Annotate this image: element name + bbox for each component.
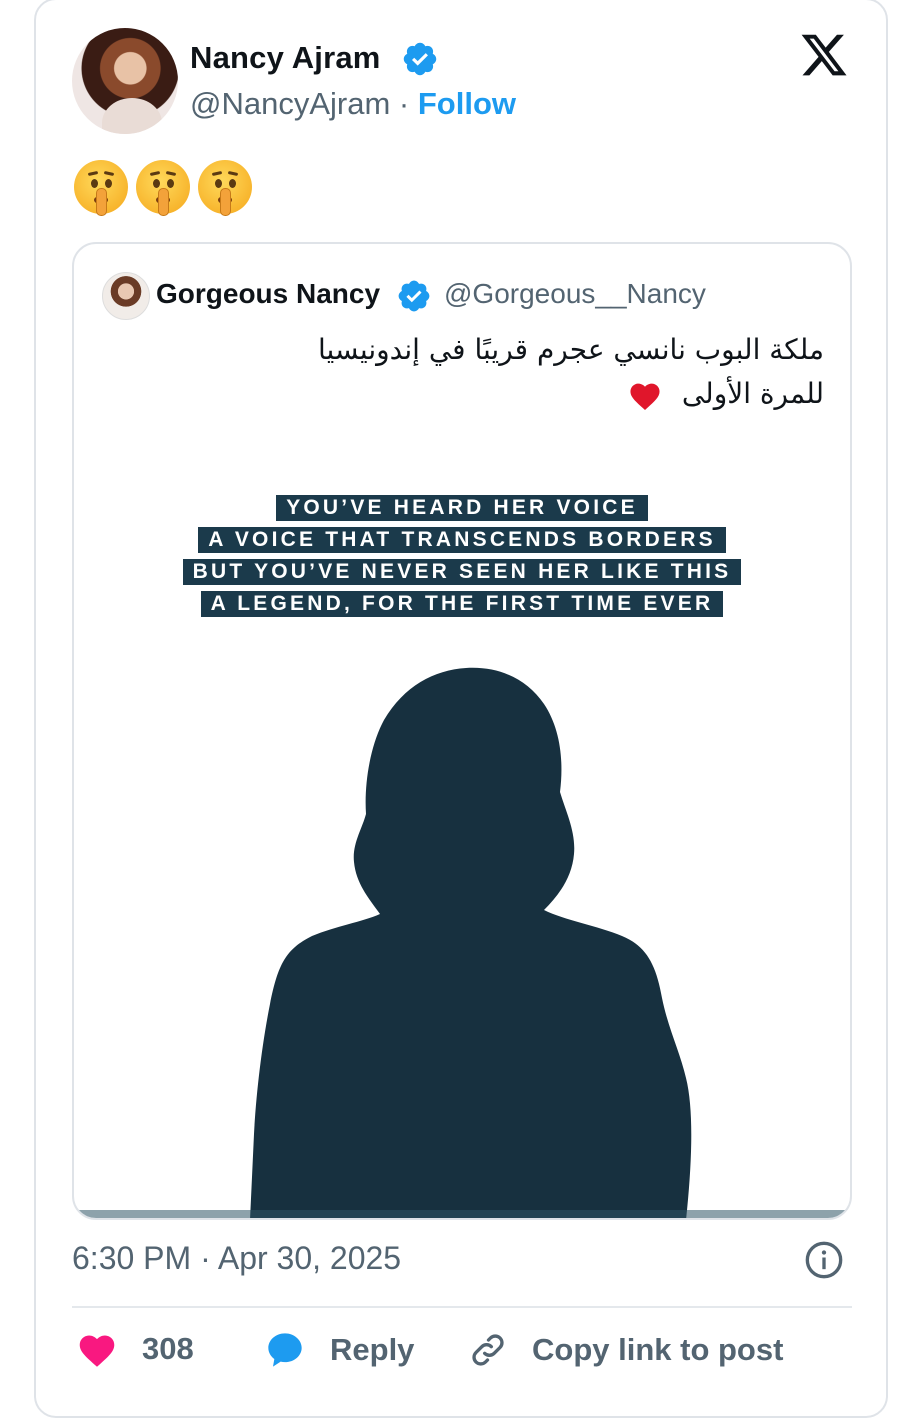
verified-badge-icon	[403, 42, 437, 76]
tagline-line: YOU’VE HEARD HER VOICE	[276, 495, 648, 521]
author-handle-row: @NancyAjram · Follow	[190, 86, 516, 122]
quoted-author-name[interactable]: Gorgeous Nancy	[156, 278, 380, 310]
tweet-text	[74, 160, 252, 216]
media-tagline: YOU’VE HEARD HER VOICE A VOICE THAT TRAN…	[74, 492, 850, 620]
author-avatar[interactable]	[72, 28, 178, 134]
copy-link-label: Copy link to post	[532, 1332, 784, 1367]
follow-button[interactable]: Follow	[418, 86, 516, 121]
info-icon[interactable]	[804, 1240, 844, 1280]
like-button[interactable]: 308	[76, 1330, 194, 1368]
quoted-text-line: ملكة البوب نانسي عجرم قريبًا في إندونيسي…	[317, 333, 824, 366]
verified-badge-icon	[398, 280, 430, 312]
reply-label: Reply	[330, 1332, 415, 1367]
tagline-line: A LEGEND, FOR THE FIRST TIME EVER	[200, 591, 724, 617]
silhouette-image[interactable]	[74, 664, 850, 1220]
like-count: 308	[142, 1331, 194, 1366]
quoted-text-line-2: للمرة الأولى	[224, 372, 824, 416]
link-icon	[472, 1334, 504, 1366]
copy-link-button[interactable]: Copy link to post	[468, 1330, 783, 1370]
handle-separator: ·	[398, 86, 410, 121]
tagline-line: A VOICE THAT TRANSCENDS BORDERS	[198, 527, 726, 553]
author-handle[interactable]: @NancyAjram	[190, 86, 390, 121]
divider	[72, 1306, 852, 1308]
red-heart-icon	[630, 383, 660, 410]
shushing-face-emoji	[198, 160, 252, 216]
author-name[interactable]: Nancy Ajram	[190, 40, 381, 76]
tweet-timestamp[interactable]: 6:30 PM · Apr 30, 2025	[72, 1240, 401, 1277]
media-floor	[74, 1210, 850, 1218]
reply-button[interactable]: Reply	[264, 1330, 414, 1370]
heart-icon	[79, 1335, 115, 1367]
quoted-tweet[interactable]: Gorgeous Nancy @Gorgeous__Nancy ملكة الب…	[72, 242, 852, 1220]
action-bar: 308 Reply Copy link to post	[72, 1330, 852, 1380]
quoted-text-line: للمرة الأولى	[681, 377, 824, 410]
tagline-line: BUT YOU’VE NEVER SEEN HER LIKE THIS	[182, 559, 742, 585]
shushing-face-emoji	[136, 160, 190, 216]
shushing-face-emoji	[74, 160, 128, 216]
x-logo-icon[interactable]	[798, 30, 850, 80]
quoted-author-handle[interactable]: @Gorgeous__Nancy	[444, 278, 706, 310]
reply-bubble-icon	[268, 1333, 302, 1367]
quoted-author-avatar[interactable]	[102, 272, 150, 320]
quoted-tweet-text: ملكة البوب نانسي عجرم قريبًا في إندونيسي…	[224, 328, 824, 416]
